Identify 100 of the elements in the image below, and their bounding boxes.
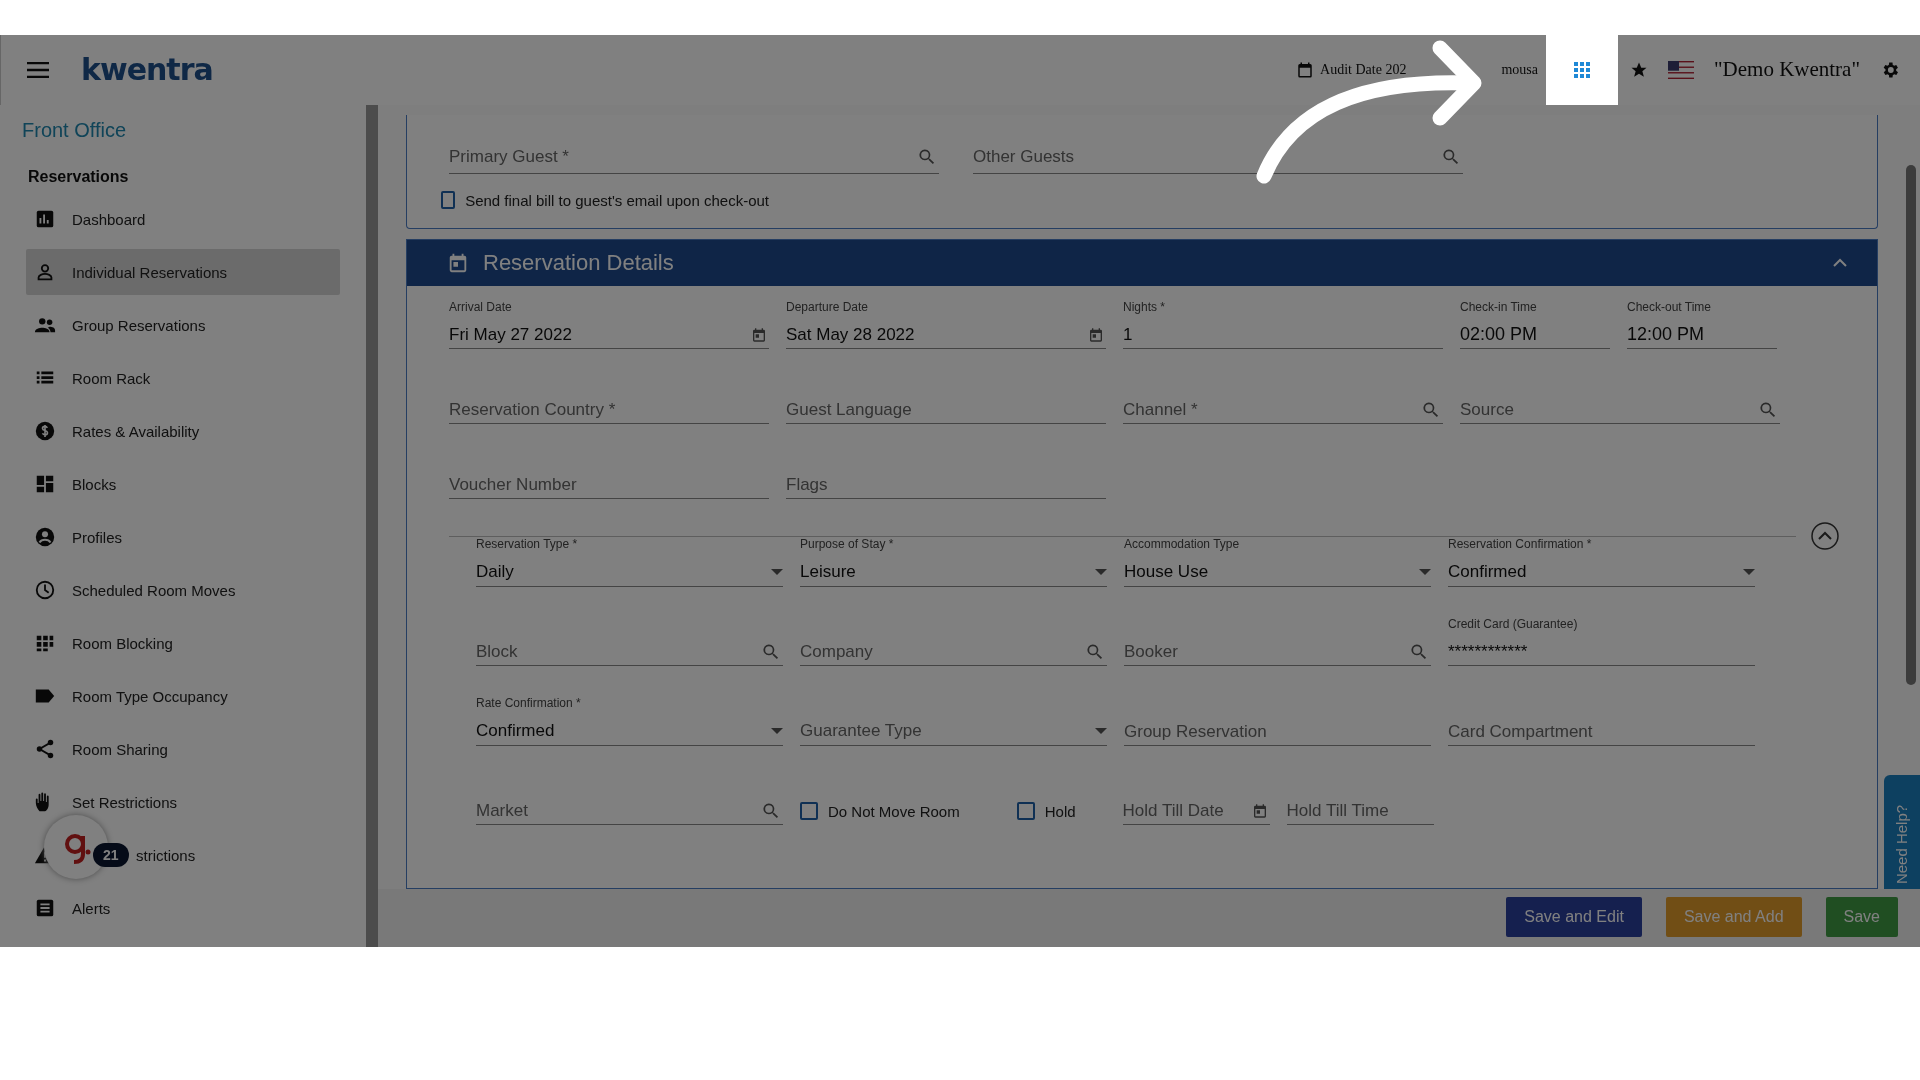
grid-icon [1574,62,1590,78]
save-button[interactable]: Save and Edit [1506,897,1642,937]
field-label: Nights * [1123,300,1167,315]
dropdown-field[interactable]: Confirmed [1448,558,1755,587]
search-field[interactable]: Block [476,638,783,666]
search-field[interactable]: Market [476,797,783,825]
caret-icon[interactable] [1743,568,1755,576]
search-icon[interactable] [1421,400,1441,420]
profile-icon [34,526,56,548]
section-title: Reservation Details [483,250,675,276]
caret-icon[interactable] [1419,568,1431,576]
search-field[interactable]: Company [800,638,1107,666]
save-button[interactable]: Save [1825,897,1898,937]
field-label: Credit Card (Guarantee) [1448,617,1579,632]
field-label: Purpose of Stay * [800,537,895,552]
search-field[interactable]: Other Guests [973,140,1463,174]
search-icon[interactable] [761,801,781,821]
module-title: Front Office [22,119,128,142]
blocks-icon [34,473,56,495]
checkbox[interactable] [1016,802,1035,820]
account-name[interactable]: "Demo Kwentra" [1714,57,1860,82]
clock-icon [34,579,56,601]
sidebar-item[interactable]: Profiles [72,528,123,546]
help-tab[interactable]: Need Help? [1884,775,1920,889]
field-label: Rate Confirmation * [476,696,582,711]
document-icon [34,897,56,919]
search-field[interactable]: Source [1460,396,1780,424]
input-field[interactable]: Hold Till Time [1286,797,1434,825]
sidebar-item[interactable]: strictions [136,846,196,864]
sidebar-item[interactable]: Group Reservations [72,316,206,334]
share-icon [34,738,56,760]
scrollbar[interactable] [1906,165,1916,685]
date-field[interactable]: Fri May 27 2022 [449,321,769,349]
input-field[interactable]: 1 [1123,321,1443,349]
search-icon[interactable] [1085,642,1105,662]
sidebar-item[interactable]: Dashboard [72,210,146,228]
section-header[interactable]: Reservation Details [407,240,1877,286]
dropdown-field[interactable]: Leisure [800,558,1107,587]
checkbox[interactable] [441,191,456,209]
calendar-icon[interactable] [751,327,767,343]
dropdown-field[interactable]: Guarantee Type [800,717,1107,746]
checkbox-option[interactable]: Send final bill to guest's email upon check-out [441,186,769,214]
sidebar-item[interactable]: Room Sharing [72,740,168,758]
field-label: Reservation Type * [476,537,579,552]
sidebar-item[interactable]: Room Blocking [72,634,173,652]
calendar-icon [1296,60,1315,79]
input-field[interactable]: Guest Language [786,396,1106,424]
time-field[interactable]: 02:00 PM [1460,321,1610,349]
input-field[interactable]: Group Reservation [1124,718,1431,746]
time-field[interactable]: 12:00 PM [1627,321,1777,349]
search-field[interactable]: Channel * [1123,396,1443,424]
checkbox-option[interactable]: Do Not Move Room [800,797,960,825]
input-field[interactable]: Flags [786,471,1106,499]
caret-icon[interactable] [771,727,783,735]
field-label: Departure Date [786,300,870,315]
input-field[interactable]: Card Compartment [1448,718,1755,746]
sidebar-item[interactable]: Individual Reservations [26,249,340,295]
section-title: Reservations [28,168,130,186]
date-field[interactable]: Sat May 28 2022 [786,321,1106,349]
field-label: Accommodation Type [1124,537,1241,552]
search-icon[interactable] [1409,642,1429,662]
sidebar-item[interactable]: Rates & Availability [72,422,200,440]
sidebar-item[interactable]: Room Rack [72,369,151,387]
input-field[interactable]: ************ [1448,638,1755,666]
search-icon[interactable] [1758,400,1778,420]
dropdown-field[interactable]: Confirmed [476,717,783,746]
caret-icon[interactable] [771,568,783,576]
sidebar-item[interactable]: Alerts [72,899,111,917]
search-icon[interactable] [761,642,781,662]
menu-icon[interactable] [27,61,49,78]
calendar-icon[interactable] [1251,803,1268,819]
checkbox[interactable] [800,802,818,820]
caret-icon[interactable] [1095,568,1107,576]
sidebar-item[interactable]: Room Type Occupancy [72,687,228,705]
dropdown-field[interactable]: Daily [476,558,783,587]
date-field[interactable]: Hold Till Date [1122,797,1270,825]
search-icon[interactable] [1441,147,1461,167]
caret-icon[interactable] [1095,727,1107,735]
field-label: Arrival Date [449,300,513,315]
sidebar-item[interactable]: Set Restrictions [72,793,178,811]
sidebar-item[interactable]: Scheduled Room Moves [72,581,236,599]
sidebar-item[interactable]: Blocks [72,475,117,493]
collapse-icon[interactable] [1810,521,1840,551]
search-field[interactable]: Primary Guest * [449,140,939,174]
field-label: Reservation Confirmation * [1448,537,1593,552]
search-icon[interactable] [917,147,937,167]
field-label: Check-in Time [1460,300,1538,315]
calendar-icon[interactable] [1088,327,1104,343]
field-label: Check-out Time [1627,300,1713,315]
logo[interactable]: kwentra [81,52,213,87]
flag-icon[interactable] [1668,60,1694,79]
audit-date: Audit Date 202 [1320,61,1407,78]
input-field[interactable]: Reservation Country * [449,396,769,424]
search-field[interactable]: Booker [1124,638,1431,666]
checkbox-option[interactable]: Hold [1016,797,1076,825]
apps-grid-button[interactable] [1546,35,1618,106]
dropdown-field[interactable]: House Use [1124,558,1431,587]
user-name[interactable]: mousa [1501,61,1538,78]
input-field[interactable]: Voucher Number [449,471,769,499]
calendar-icon [447,252,469,274]
